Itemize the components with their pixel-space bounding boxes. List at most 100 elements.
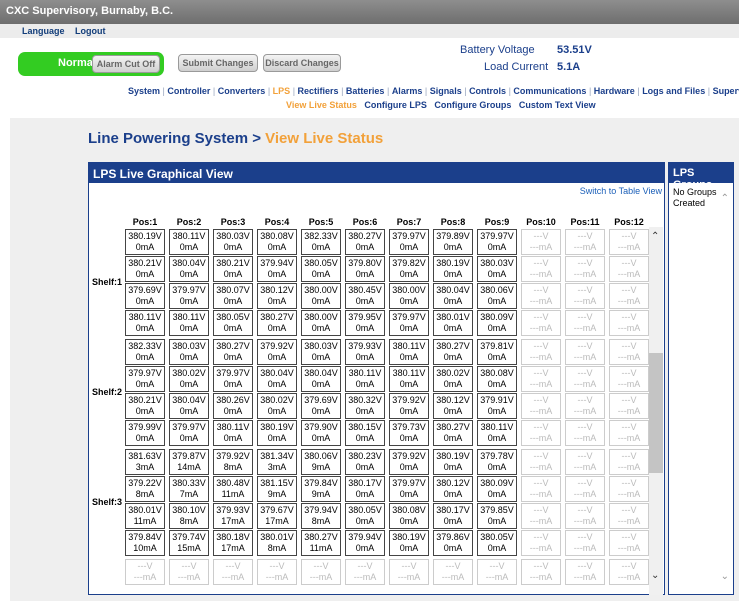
scroll-up-chevron-icon[interactable]: ⌃ (651, 231, 659, 242)
converter-cell[interactable]: 380.19V 0mA (125, 229, 165, 255)
converter-cell[interactable]: 379.78V 0mA (477, 449, 517, 475)
nav-converters[interactable]: Converters (218, 86, 266, 96)
converter-cell[interactable]: 380.08V 0mA (257, 229, 297, 255)
converter-cell[interactable]: 380.11V 0mA (345, 366, 385, 392)
converter-cell[interactable]: ---V ---mA (609, 366, 649, 392)
converter-cell[interactable]: 381.34V 3mA (257, 449, 297, 475)
converter-cell[interactable]: 380.32V 0mA (345, 393, 385, 419)
converter-cell[interactable]: 379.81V 0mA (477, 339, 517, 365)
scroll-down-chevron-icon[interactable]: ⌄ (651, 570, 659, 581)
converter-cell[interactable]: 379.95V 0mA (345, 310, 385, 336)
converter-cell[interactable]: ---V ---mA (609, 503, 649, 529)
nav-signals[interactable]: Signals (430, 86, 462, 96)
converter-cell[interactable]: ---V ---mA (125, 559, 165, 585)
converter-cell[interactable]: ---V ---mA (257, 559, 297, 585)
nav-batteries[interactable]: Batteries (346, 86, 385, 96)
nav-lps[interactable]: LPS (273, 86, 291, 96)
converter-cell[interactable]: 380.00V 0mA (389, 283, 429, 309)
converter-cell[interactable]: ---V ---mA (345, 559, 385, 585)
menu-logout[interactable]: Logout (75, 26, 106, 36)
converter-cell[interactable]: ---V ---mA (521, 339, 561, 365)
converter-cell[interactable]: ---V ---mA (433, 559, 473, 585)
converter-cell[interactable]: 379.89V 0mA (433, 229, 473, 255)
converter-cell[interactable]: 382.33V 0mA (125, 339, 165, 365)
nav-alarms[interactable]: Alarms (392, 86, 423, 96)
converter-cell[interactable]: ---V ---mA (609, 283, 649, 309)
converter-cell[interactable]: 379.86V 0mA (433, 530, 473, 556)
converter-cell[interactable]: 380.04V 0mA (169, 393, 209, 419)
converter-cell[interactable]: 380.19V 0mA (433, 449, 473, 475)
converter-cell[interactable]: 380.21V 0mA (125, 256, 165, 282)
converter-cell[interactable]: 380.02V 0mA (433, 366, 473, 392)
converter-cell[interactable]: ---V ---mA (565, 366, 605, 392)
converter-cell[interactable]: ---V ---mA (169, 559, 209, 585)
subnav-configure-groups[interactable]: Configure Groups (434, 100, 511, 110)
discard-changes-button[interactable]: Discard Changes (263, 54, 341, 72)
converter-cell[interactable]: ---V ---mA (609, 559, 649, 585)
converter-cell[interactable]: ---V ---mA (521, 476, 561, 502)
converter-cell[interactable]: ---V ---mA (521, 229, 561, 255)
nav-logs-and-files[interactable]: Logs and Files (642, 86, 705, 96)
converter-cell[interactable]: 380.15V 0mA (345, 420, 385, 446)
converter-cell[interactable]: 380.05V 0mA (345, 503, 385, 529)
converter-cell[interactable]: 379.85V 0mA (477, 503, 517, 529)
converter-cell[interactable]: ---V ---mA (565, 339, 605, 365)
converter-cell[interactable]: 380.23V 0mA (345, 449, 385, 475)
converter-cell[interactable]: 380.11V 0mA (389, 339, 429, 365)
converter-cell[interactable]: 379.69V 0mA (125, 283, 165, 309)
converter-cell[interactable]: ---V ---mA (521, 310, 561, 336)
converter-cell[interactable]: 380.10V 8mA (169, 503, 209, 529)
converter-cell[interactable]: ---V ---mA (565, 283, 605, 309)
converter-cell[interactable]: ---V ---mA (521, 256, 561, 282)
converter-cell[interactable]: 380.04V 0mA (301, 366, 341, 392)
converter-cell[interactable]: 380.01V 8mA (257, 530, 297, 556)
converter-cell[interactable]: 379.92V 0mA (389, 449, 429, 475)
converter-cell[interactable]: 379.22V 8mA (125, 476, 165, 502)
subnav-custom-text-view[interactable]: Custom Text View (519, 100, 596, 110)
converter-cell[interactable]: 379.90V 0mA (301, 420, 341, 446)
converter-cell[interactable]: 380.17V 0mA (345, 476, 385, 502)
converter-cell[interactable]: ---V ---mA (609, 393, 649, 419)
converter-cell[interactable]: 380.19V 0mA (433, 256, 473, 282)
nav-rectifiers[interactable]: Rectifiers (298, 86, 339, 96)
converter-cell[interactable]: 380.11V 0mA (477, 420, 517, 446)
converter-cell[interactable]: 379.87V 14mA (169, 449, 209, 475)
converter-cell[interactable]: ---V ---mA (213, 559, 253, 585)
converter-cell[interactable]: ---V ---mA (609, 339, 649, 365)
converter-cell[interactable]: 380.07V 0mA (213, 283, 253, 309)
converter-cell[interactable]: 379.92V 0mA (389, 393, 429, 419)
converter-cell[interactable]: ---V ---mA (521, 420, 561, 446)
converter-cell[interactable]: 380.27V 0mA (345, 229, 385, 255)
converter-cell[interactable]: ---V ---mA (565, 310, 605, 336)
groups-scroll-up-icon[interactable]: ⌃ (721, 193, 729, 204)
converter-cell[interactable]: 381.63V 3mA (125, 449, 165, 475)
converter-cell[interactable]: 379.93V 17mA (213, 503, 253, 529)
nav-communications[interactable]: Communications (513, 86, 586, 96)
converter-cell[interactable]: ---V ---mA (609, 476, 649, 502)
converter-cell[interactable]: 380.27V 11mA (301, 530, 341, 556)
converter-cell[interactable]: 379.92V 0mA (257, 339, 297, 365)
converter-cell[interactable]: 379.97V 0mA (389, 229, 429, 255)
converter-cell[interactable]: 380.48V 11mA (213, 476, 253, 502)
converter-cell[interactable]: 380.09V 0mA (477, 476, 517, 502)
converter-cell[interactable]: 379.84V 10mA (125, 530, 165, 556)
converter-cell[interactable]: 379.92V 8mA (213, 449, 253, 475)
converter-cell[interactable]: ---V ---mA (521, 393, 561, 419)
converter-cell[interactable]: 380.17V 0mA (433, 503, 473, 529)
converter-cell[interactable]: 380.02V 0mA (257, 393, 297, 419)
converter-cell[interactable]: ---V ---mA (609, 449, 649, 475)
converter-cell[interactable]: 380.11V 0mA (125, 310, 165, 336)
converter-cell[interactable]: ---V ---mA (565, 256, 605, 282)
converter-cell[interactable]: 380.06V 9mA (301, 449, 341, 475)
converter-cell[interactable]: 379.99V 0mA (125, 420, 165, 446)
converter-cell[interactable]: 380.19V 0mA (257, 420, 297, 446)
converter-cell[interactable]: 380.11V 0mA (169, 229, 209, 255)
converter-cell[interactable]: 380.00V 0mA (301, 283, 341, 309)
converter-cell[interactable]: 379.82V 0mA (389, 256, 429, 282)
converter-cell[interactable]: 380.27V 0mA (433, 420, 473, 446)
converter-cell[interactable]: ---V ---mA (565, 393, 605, 419)
converter-cell[interactable]: ---V ---mA (565, 229, 605, 255)
converter-cell[interactable]: 380.00V 0mA (301, 310, 341, 336)
converter-cell[interactable]: 380.09V 0mA (477, 310, 517, 336)
converter-cell[interactable]: 381.15V 9mA (257, 476, 297, 502)
